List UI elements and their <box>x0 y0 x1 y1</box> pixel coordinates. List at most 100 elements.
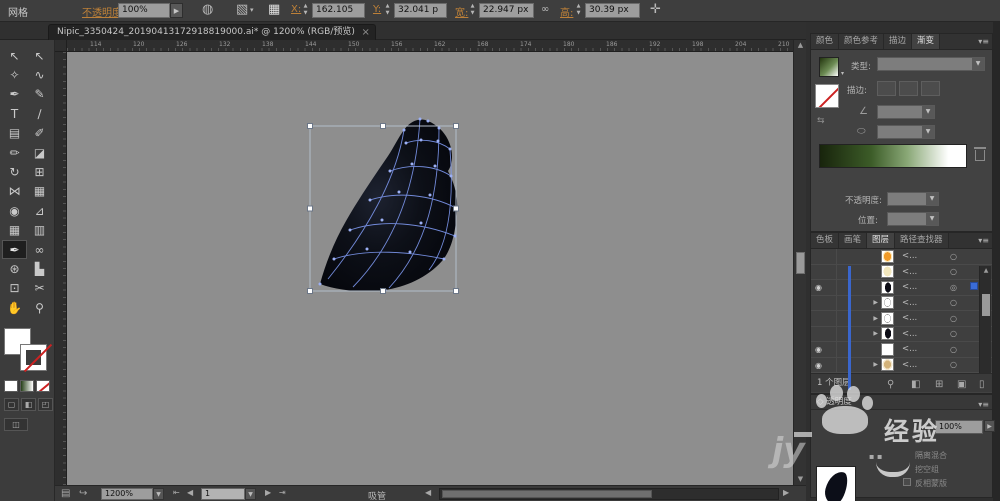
gradient-tool[interactable]: ▥ <box>27 221 52 240</box>
slice-tool[interactable]: ✂ <box>27 279 52 298</box>
target-circle-icon[interactable]: ○ <box>950 360 966 369</box>
last-artboard-icon[interactable]: ⇥ <box>279 488 286 497</box>
layer-name-label[interactable]: <... <box>898 251 950 261</box>
gradient-angle-select[interactable]: ▼ <box>877 105 935 119</box>
visibility-eye-icon[interactable] <box>811 296 837 311</box>
layers-group-tab[interactable]: 色板 <box>811 233 839 248</box>
stroke-gradient-along-button[interactable] <box>899 81 918 96</box>
appearance-circle-icon[interactable]: ◍ <box>202 2 213 17</box>
layer-row[interactable]: ▶<...○ <box>811 296 992 312</box>
close-tab-icon[interactable]: × <box>361 25 369 40</box>
layer-row[interactable]: <...○ <box>811 249 992 265</box>
layer-name-label[interactable]: <... <box>898 298 950 308</box>
x-label[interactable]: X: <box>291 4 301 15</box>
direct-selection-tool[interactable]: ↖ <box>27 46 52 65</box>
hscroll-left-icon[interactable]: ◀ <box>425 488 431 497</box>
next-artboard-icon[interactable]: ▶ <box>265 488 271 497</box>
type-tool[interactable]: T <box>2 104 27 123</box>
stop-opacity-select[interactable]: ▼ <box>887 192 939 206</box>
expand-chevron-icon[interactable]: ▶ <box>837 361 881 368</box>
horizontal-scrollbar-thumb[interactable] <box>442 490 652 498</box>
y-label[interactable]: Y: <box>373 4 381 15</box>
target-circle-icon[interactable]: ○ <box>950 345 966 354</box>
lasso-tool[interactable]: ∿ <box>27 65 52 84</box>
hand-tool[interactable]: ✋ <box>2 298 27 317</box>
layer-thumbnail[interactable] <box>881 296 898 309</box>
chevron-down-icon[interactable]: ▼ <box>972 58 984 70</box>
selection-tool[interactable]: ↖ <box>2 46 27 65</box>
gradient-button[interactable] <box>20 380 34 392</box>
gradient-group-tab[interactable]: 渐变 <box>912 34 940 49</box>
expand-chevron-icon[interactable]: ▶ <box>837 315 881 322</box>
layer-name-label[interactable]: <... <box>898 360 950 370</box>
opacity-dropdown-icon[interactable]: ▶ <box>170 3 183 18</box>
visibility-eye-icon[interactable]: ◉ <box>811 358 837 373</box>
shape-builder-tool[interactable]: ◉ <box>2 201 27 220</box>
transform-icon[interactable]: ✛ <box>650 2 661 17</box>
draw-inside-button[interactable]: ◰ <box>38 398 53 411</box>
chevron-down-icon[interactable]: ▼ <box>926 193 938 205</box>
mesh-tool[interactable]: ▦ <box>2 221 27 240</box>
layer-name-label[interactable]: <... <box>898 329 950 339</box>
gradient-preview-swatch[interactable] <box>819 57 839 77</box>
y-field[interactable]: 32.041 p <box>394 3 447 18</box>
pen-tool[interactable]: ✒ <box>2 85 27 104</box>
visibility-eye-icon[interactable]: ◉ <box>811 342 837 357</box>
target-circle-icon[interactable]: ○ <box>950 298 966 307</box>
layer-thumbnail[interactable] <box>881 265 898 278</box>
width-label[interactable]: 宽: <box>455 4 468 19</box>
gradient-none-swatch[interactable] <box>815 84 839 108</box>
link-dimensions-icon[interactable]: ∞ <box>541 4 549 15</box>
layer-row[interactable]: ▶ <...○ <box>811 311 992 327</box>
ruler-corner[interactable] <box>55 40 67 52</box>
panel-menu-icon[interactable]: ▾≡ <box>978 37 989 46</box>
layers-group-tab[interactable]: 图层 <box>867 233 895 248</box>
artboard-dropdown-icon[interactable]: ▼ <box>245 488 256 500</box>
layer-row[interactable]: ◉<...◎ <box>811 280 992 296</box>
y-stepper[interactable]: ▲▼ <box>383 3 392 18</box>
reference-point-grid-icon[interactable]: ▦ <box>268 2 280 17</box>
blend-tool[interactable]: ∞ <box>27 240 52 259</box>
opacity-select[interactable]: 100% <box>935 420 983 434</box>
reverse-gradient-icon[interactable]: ⇆ <box>817 116 825 126</box>
draw-normal-button[interactable]: ▢ <box>4 398 19 411</box>
layer-name-label[interactable]: <... <box>898 282 950 292</box>
width-field[interactable]: 22.947 px <box>479 3 534 18</box>
stroke-gradient-within-button[interactable] <box>877 81 896 96</box>
gradient-aspect-select[interactable]: ▼ <box>877 125 935 139</box>
symbol-sprayer-tool[interactable]: ⊛ <box>2 259 27 278</box>
stroke-gradient-across-button[interactable] <box>921 81 940 96</box>
gradient-group-tab[interactable]: 描边 <box>884 34 912 49</box>
line-tool[interactable]: ∕ <box>27 104 52 123</box>
make-clipping-mask-icon[interactable]: ◧ <box>911 376 920 394</box>
expand-chevron-icon[interactable]: ▶ <box>837 330 881 337</box>
gradient-swatch-dropdown-icon[interactable]: ▾ <box>841 70 844 77</box>
target-circle-icon[interactable]: ○ <box>950 267 966 276</box>
none-button[interactable] <box>36 380 50 392</box>
pencil-tool[interactable]: ✏ <box>2 143 27 162</box>
delete-layer-trash-icon[interactable]: ▯ <box>979 376 985 394</box>
draw-behind-button[interactable]: ◧ <box>21 398 36 411</box>
layer-name-label[interactable]: <... <box>898 313 950 323</box>
perspective-grid-tool[interactable]: ⊿ <box>27 201 52 220</box>
chevron-down-icon[interactable]: ▼ <box>922 126 934 138</box>
curvature-tool[interactable]: ✎ <box>27 85 52 104</box>
transparency-panel-header[interactable]: ◇ 透明度 ▾≡ <box>811 395 992 410</box>
hscroll-right-icon[interactable]: ▶ <box>783 488 789 497</box>
visibility-eye-icon[interactable] <box>811 265 837 280</box>
height-stepper[interactable]: ▲▼ <box>574 3 583 18</box>
horizontal-scrollbar[interactable] <box>439 488 779 500</box>
layer-row[interactable]: ▶ <...○ <box>811 327 992 343</box>
opacity-step-icon[interactable]: ▶ <box>984 420 995 432</box>
artboard[interactable] <box>67 52 793 485</box>
layers-group-tab[interactable]: 画笔 <box>839 233 867 248</box>
target-circle-icon[interactable]: ○ <box>950 329 966 338</box>
width-tool[interactable]: ⋈ <box>2 182 27 201</box>
target-circle-icon[interactable]: ○ <box>950 252 966 261</box>
paintbrush-tool[interactable]: ✐ <box>27 124 52 143</box>
prev-artboard-icon[interactable]: ◀ <box>187 488 193 497</box>
invert-mask-checkbox[interactable] <box>903 478 911 486</box>
new-sublayer-icon[interactable]: ⊞ <box>935 376 943 394</box>
status-collapse-icon[interactable]: ▤ <box>61 488 70 499</box>
target-circle-icon[interactable]: ○ <box>950 314 966 323</box>
